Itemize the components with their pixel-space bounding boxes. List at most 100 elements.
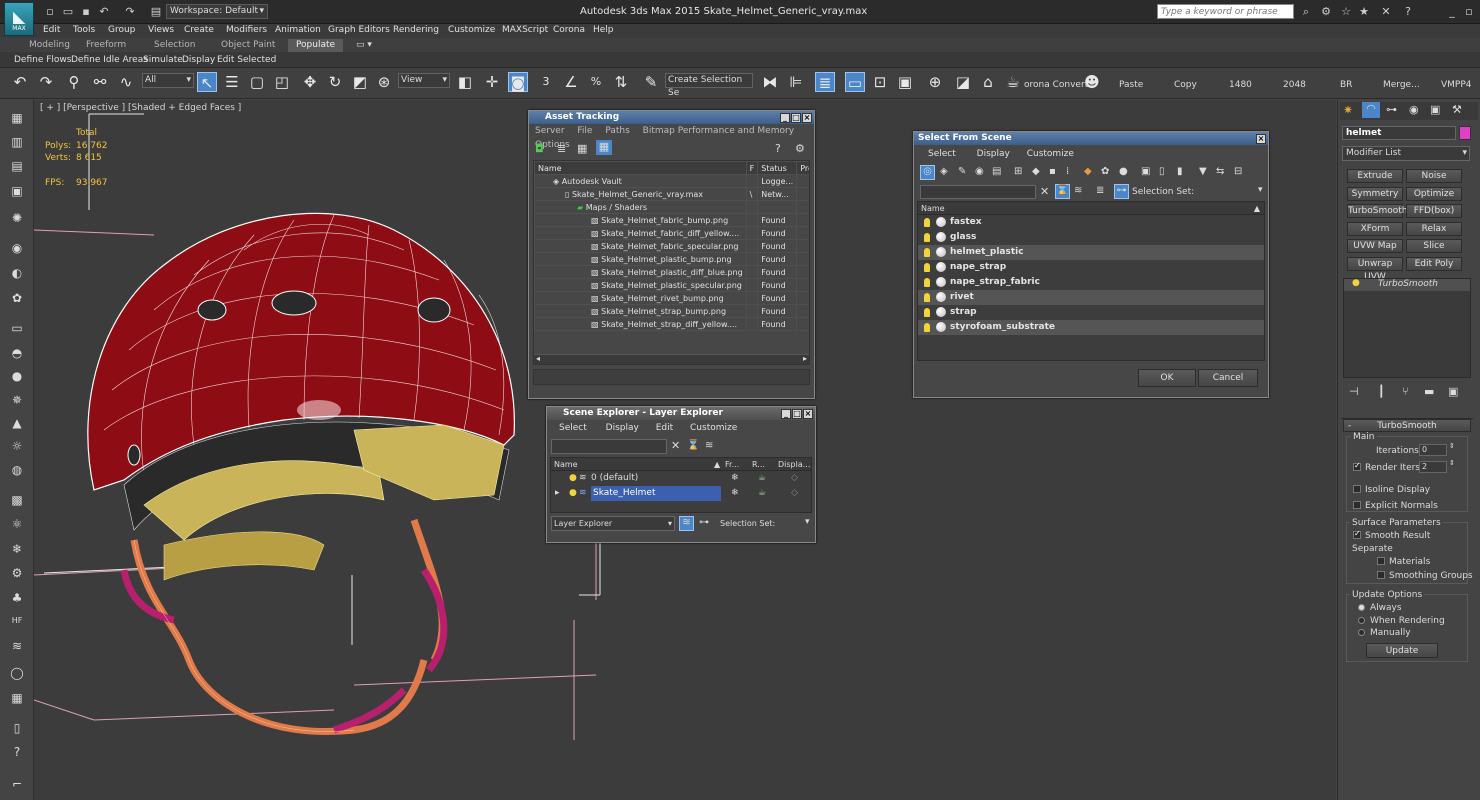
maximize-icon[interactable]: □: [792, 409, 802, 419]
ffd-box-button[interactable]: FFD(box): [1406, 204, 1462, 218]
bind-space-warp-icon[interactable]: ∿: [116, 72, 136, 92]
search-icon[interactable]: ⌕: [1298, 4, 1314, 20]
find-case-sensitive-icon[interactable]: ⌛: [1055, 184, 1070, 199]
display-box-icon[interactable]: ◇: [791, 486, 798, 501]
column-name[interactable]: Name: [554, 458, 578, 471]
scene-explorer-icon[interactable]: ▦: [9, 110, 25, 126]
hierarchy-mode-icon[interactable]: ⊶: [699, 517, 709, 528]
explicit-normals-checkbox[interactable]: [1353, 501, 1361, 509]
turbosmooth-rollout-header[interactable]: - TurboSmooth: [1343, 419, 1471, 432]
select-from-scene-window[interactable]: Select From Scene × Select Display Custo…: [913, 131, 1269, 398]
edit-named-selection-icon[interactable]: ✎: [641, 72, 661, 92]
define-idle-areas-button[interactable]: Define Idle Areas: [71, 55, 148, 65]
hierarchy-icon[interactable]: ⊶: [1114, 184, 1129, 199]
mirror-icon[interactable]: ⧓: [760, 72, 780, 92]
list-item[interactable]: nape_strap_fabric: [918, 275, 1264, 290]
sync-selection-icon[interactable]: ⇆: [1216, 166, 1224, 177]
search-input[interactable]: Type a keyword or phrase: [1157, 4, 1294, 19]
keyboard-shortcut-override-icon[interactable]: ◙: [508, 72, 528, 92]
table-row[interactable]: ▧ Skate_Helmet_rivet_bump.png Found: [534, 291, 809, 305]
menu-server[interactable]: Server: [535, 126, 565, 136]
reference-coordinate-dropdown[interactable]: View ▾: [398, 73, 450, 88]
render-teapot-icon[interactable]: ☕: [758, 486, 766, 501]
project-folder-icon[interactable]: ▤: [148, 4, 164, 20]
display-hidden-icon[interactable]: ●: [1119, 166, 1128, 177]
tab-modeling[interactable]: Modeling: [29, 40, 70, 50]
menu-display[interactable]: Display: [977, 149, 1010, 159]
modifier-stack[interactable]: [1343, 278, 1471, 378]
snowflake-icon[interactable]: ❄: [9, 541, 25, 557]
noise-button[interactable]: Noise: [1406, 169, 1462, 183]
extrude-button[interactable]: Extrude: [1347, 169, 1403, 183]
menu-customize[interactable]: Customize: [1027, 149, 1074, 159]
asset-tracking-titlebar[interactable]: Asset Tracking _ □ ×: [529, 111, 814, 124]
angle-snap-icon[interactable]: ∠: [561, 72, 581, 92]
shell-icon[interactable]: ✵: [9, 392, 25, 408]
close-icon[interactable]: ×: [803, 409, 813, 419]
display-shapes-icon[interactable]: ◈: [940, 166, 948, 177]
menu-select[interactable]: Select: [928, 149, 956, 159]
render-iters-checkbox[interactable]: ✓: [1353, 461, 1361, 471]
vmpp4-button[interactable]: VMPP4: [1441, 80, 1472, 90]
close-icon[interactable]: ×: [1256, 134, 1266, 144]
globe-icon[interactable]: ◯: [9, 665, 25, 681]
undo-icon[interactable]: ↶: [10, 72, 30, 92]
minimize-icon[interactable]: _: [781, 409, 791, 419]
exchange-icon[interactable]: ✕: [1378, 4, 1394, 20]
uvw-map-button[interactable]: UVW Map: [1347, 239, 1403, 253]
favorites-icon[interactable]: ☆: [1338, 4, 1354, 20]
menu-customize[interactable]: Customize: [448, 25, 495, 35]
menu-paths[interactable]: Paths: [605, 126, 629, 136]
find-input[interactable]: [920, 185, 1036, 199]
unwrap-uvw-button[interactable]: Unwrap UVW: [1347, 257, 1403, 282]
rotate-icon[interactable]: ↻: [325, 72, 345, 92]
table-row[interactable]: ▧ Skate_Helmet_fabric_bump.png Found: [534, 213, 809, 227]
render-teapot-icon[interactable]: ☕: [1003, 72, 1023, 92]
column-renderable[interactable]: R...: [752, 458, 765, 471]
menu-customize[interactable]: Customize: [690, 423, 737, 433]
object-name-field[interactable]: helmet: [1342, 126, 1456, 140]
expand-arrow-icon[interactable]: ▸: [555, 486, 560, 501]
pin-stack-icon[interactable]: ⊣: [1349, 385, 1359, 398]
table-icon[interactable]: ▦: [9, 690, 25, 706]
light-bulb-icon[interactable]: [924, 308, 930, 317]
layer-explorer-titlebar[interactable]: Scene Explorer - Layer Explorer _ □ ×: [547, 407, 815, 420]
restore-icon[interactable]: ▫: [1461, 4, 1477, 20]
toggle-ribbon-icon[interactable]: ▭: [845, 72, 865, 92]
table-row[interactable]: ▧ Skate_Helmet_strap_bump.png Found: [534, 304, 809, 318]
layer-row[interactable]: ● ≋ 0 (default) ❄ ☕ ◇: [551, 471, 811, 486]
ok-button[interactable]: OK: [1138, 369, 1196, 387]
column-f[interactable]: F: [745, 161, 759, 175]
tab-object-paint[interactable]: Object Paint: [221, 40, 275, 50]
lock-cell-icon[interactable]: ⊟: [1234, 166, 1242, 177]
light-bulb-icon[interactable]: ●: [1352, 278, 1360, 288]
clear-search-icon[interactable]: ✕: [1040, 185, 1049, 198]
tab-populate[interactable]: Populate: [288, 39, 343, 52]
smooth-result-checkbox[interactable]: ✓: [1353, 529, 1361, 539]
horizontal-scrollbar[interactable]: ◂ ▸: [534, 354, 809, 364]
layer-search-input[interactable]: [551, 439, 667, 454]
communication-center-icon[interactable]: ⚙: [1318, 4, 1334, 20]
minimize-icon[interactable]: _: [780, 113, 790, 123]
menu-file[interactable]: File: [577, 126, 592, 136]
align-icon[interactable]: ⊫: [786, 72, 806, 92]
paste-button[interactable]: Paste: [1119, 80, 1143, 90]
move-icon[interactable]: ✥: [300, 72, 320, 92]
table-row[interactable]: ▧ Skate_Helmet_plastic_diff_blue.png Foun…: [534, 265, 809, 279]
menu-bitmap-performance[interactable]: Bitmap Performance and Memory: [643, 126, 794, 136]
column-display[interactable]: Displa...: [778, 458, 810, 471]
table-row[interactable]: ▧ Skate_Helmet_strap_diff_yellow.... Foun…: [534, 317, 809, 331]
optimize-button[interactable]: Optimize: [1406, 187, 1462, 201]
list-item[interactable]: helmet_plastic: [918, 245, 1264, 260]
simulate-button[interactable]: Simulate: [143, 55, 183, 65]
slice-button[interactable]: Slice: [1406, 239, 1462, 253]
named-selection-dropdown[interactable]: Create Selection Se: [665, 73, 753, 98]
menu-views[interactable]: Views: [148, 25, 174, 35]
ribbon-toggle-icon[interactable]: ▭ ▾: [356, 40, 372, 50]
menu-edit[interactable]: Edit: [656, 423, 673, 433]
workspace-dropdown[interactable]: Workspace: Default ▾: [166, 4, 268, 19]
minimize-icon[interactable]: _: [1444, 4, 1460, 20]
list-item[interactable]: nape_strap: [918, 260, 1264, 275]
corona-convert-button[interactable]: orona Convert: [1024, 80, 1088, 90]
schematic-view-icon[interactable]: ▣: [895, 72, 915, 92]
